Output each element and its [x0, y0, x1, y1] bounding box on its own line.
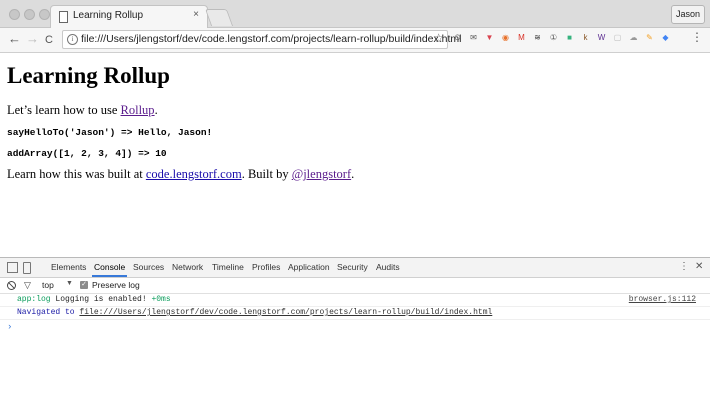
clear-console-icon[interactable]: [7, 281, 16, 290]
context-dropdown-icon[interactable]: ▼: [66, 280, 73, 287]
minimize-window-icon[interactable]: [24, 9, 35, 20]
tab-title: Learning Rollup: [73, 10, 144, 21]
tab-close-icon[interactable]: ×: [193, 9, 199, 20]
orange-ext-icon[interactable]: ✎: [644, 32, 655, 43]
onepassword-icon[interactable]: ①: [548, 32, 559, 43]
forward-icon[interactable]: →: [26, 31, 39, 47]
tab-console[interactable]: Console: [91, 262, 128, 277]
page-content: Learning Rollup Let’s learn how to use R…: [0, 53, 710, 256]
navigation-message: Navigated to file:///Users/jlengstorf/de…: [17, 308, 492, 317]
devtools-more-icon[interactable]: ⋮: [679, 261, 689, 272]
tab-profiles[interactable]: Profiles: [252, 262, 280, 272]
bookmark-star-icon[interactable]: ☆: [433, 31, 444, 45]
intro-paragraph: Let’s learn how to use Rollup.: [7, 103, 158, 118]
intro-suffix: .: [154, 103, 158, 117]
intro-prefix: Let’s learn how to use: [7, 103, 121, 117]
zoom-window-icon[interactable]: [39, 9, 50, 20]
url-text[interactable]: file:///Users/jlengstorf/dev/code.lengst…: [81, 33, 462, 45]
mail-icon[interactable]: ✉: [468, 32, 479, 43]
tab-audits[interactable]: Audits: [376, 262, 400, 272]
title-bar: Learning Rollup × Jason: [0, 0, 710, 28]
browser-window: Learning Rollup × Jason ← → C i file:///…: [0, 0, 710, 418]
tab-sources[interactable]: Sources: [133, 262, 164, 272]
log-timing: +0ms: [151, 295, 171, 304]
page-heading: Learning Rollup: [7, 63, 170, 88]
tab-network[interactable]: Network: [172, 262, 203, 272]
inspect-element-icon[interactable]: [7, 262, 18, 273]
log-prefix: app:log: [17, 295, 51, 304]
tab-security[interactable]: Security: [337, 262, 368, 272]
built-paragraph: Learn how this was built at code.lengsto…: [7, 167, 354, 182]
reload-icon[interactable]: C: [45, 32, 53, 48]
console-log-row: Navigated to file:///Users/jlengstorf/de…: [0, 307, 710, 320]
rollup-link[interactable]: Rollup: [121, 103, 155, 117]
author-link[interactable]: @jlengstorf: [292, 167, 351, 181]
filter-icon[interactable]: ▽: [24, 280, 31, 291]
buffer-icon[interactable]: ≋: [532, 32, 543, 43]
browser-menu-icon[interactable]: ⋮: [691, 30, 703, 44]
navigated-label: Navigated to: [17, 308, 80, 317]
code-output-hello: sayHelloTo('Jason') => Hello, Jason!: [7, 127, 213, 138]
k-ext-icon[interactable]: k: [580, 32, 591, 43]
colorful-ext-icon[interactable]: ◆: [660, 32, 671, 43]
info-icon[interactable]: i: [67, 34, 78, 45]
purple-ext-icon[interactable]: W: [596, 32, 607, 43]
device-toolbar-icon[interactable]: [23, 262, 31, 274]
code-lengstorf-link[interactable]: code.lengstorf.com: [146, 167, 242, 181]
gmail-icon[interactable]: M: [516, 32, 527, 43]
preserve-log-label: Preserve log: [92, 280, 140, 290]
built-prefix: Learn how this was built at: [7, 167, 146, 181]
code-output-addarray: addArray([1, 2, 3, 4]) => 10: [7, 148, 167, 159]
console-prompt[interactable]: ›: [7, 322, 12, 332]
context-selector[interactable]: top: [42, 280, 54, 290]
log-source-link[interactable]: browser.js:112: [629, 295, 696, 304]
devtools-panel: Elements Console Sources Network Timelin…: [0, 257, 710, 418]
new-tab-button[interactable]: [204, 9, 234, 26]
devtools-tab-bar: Elements Console Sources Network Timelin…: [0, 258, 710, 278]
console-log-row: app:log Logging is enabled! +0ms browser…: [0, 294, 710, 307]
browser-tab[interactable]: Learning Rollup ×: [50, 5, 208, 28]
console-output: app:log Logging is enabled! +0ms browser…: [0, 294, 710, 418]
back-icon[interactable]: ←: [8, 31, 21, 47]
rss-icon[interactable]: ◉: [500, 32, 511, 43]
log-message: app:log Logging is enabled! +0ms: [17, 295, 171, 304]
document-icon: [59, 11, 68, 23]
tab-timeline[interactable]: Timeline: [212, 262, 244, 272]
gray-ext-icon[interactable]: ▢: [612, 32, 623, 43]
built-suffix: .: [351, 167, 355, 181]
address-bar[interactable]: i file:///Users/jlengstorf/dev/code.leng…: [62, 30, 462, 49]
preserve-log-checkbox[interactable]: ✓: [80, 281, 88, 289]
tab-application[interactable]: Application: [288, 262, 330, 272]
profile-button[interactable]: Jason: [671, 5, 705, 24]
close-window-icon[interactable]: [9, 9, 20, 20]
devtools-close-icon[interactable]: ✕: [695, 261, 703, 272]
console-filter-bar: ▽ top ▼ ✓ Preserve log: [0, 278, 710, 294]
pocket-icon[interactable]: ▼: [484, 32, 495, 43]
log-body: Logging is enabled!: [50, 295, 152, 304]
cloud-ext-icon[interactable]: ☁: [628, 32, 639, 43]
navigated-url-link[interactable]: file:///Users/jlengstorf/dev/code.lengst…: [79, 308, 492, 317]
tab-elements[interactable]: Elements: [51, 262, 86, 272]
alarm-icon[interactable]: ⏲: [452, 32, 463, 43]
green-ext-icon[interactable]: ■: [564, 32, 575, 43]
browser-toolbar: ← → C i file:///Users/jlengstorf/dev/cod…: [0, 28, 710, 53]
built-mid: . Built by: [241, 167, 292, 181]
